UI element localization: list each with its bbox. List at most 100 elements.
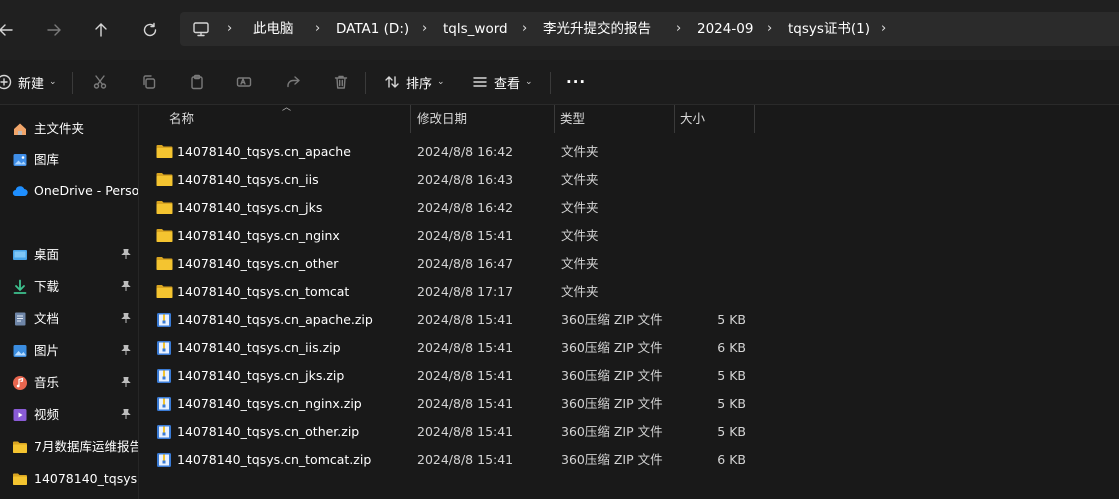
chevron-down-icon: ⌄ bbox=[525, 77, 533, 87]
file-row[interactable]: 14078140_tqsys.cn_tomcat 2024/8/8 17:17 … bbox=[140, 278, 1119, 306]
breadcrumb-this-pc[interactable]: 此电脑 bbox=[253, 12, 294, 46]
file-size: 6 KB bbox=[717, 452, 746, 467]
file-date: 2024/8/8 15:41 bbox=[417, 452, 514, 467]
sidebar-item-gallery[interactable]: 图库 bbox=[0, 146, 138, 174]
sort-button[interactable]: 排序 ⌄ bbox=[384, 68, 445, 96]
back-button[interactable] bbox=[0, 18, 18, 42]
navigation-pane: 主文件夹 图库 OneDrive - Perso 桌面 下载 文档 图片 音乐 … bbox=[0, 105, 138, 499]
new-button-label: 新建 bbox=[18, 76, 45, 92]
folder-icon bbox=[156, 200, 173, 215]
sidebar-item-downloads[interactable]: 下载 bbox=[0, 273, 138, 301]
pane-splitter[interactable] bbox=[138, 105, 139, 499]
desktop-icon bbox=[12, 247, 28, 263]
file-row[interactable]: 14078140_tqsys.cn_jks.zip 2024/8/8 15:41… bbox=[140, 362, 1119, 390]
column-header-date[interactable]: 修改日期 bbox=[417, 105, 467, 133]
sort-button-label: 排序 bbox=[406, 76, 433, 92]
file-size: 5 KB bbox=[717, 368, 746, 383]
sidebar-item-pictures[interactable]: 图片 bbox=[0, 337, 138, 365]
file-row[interactable]: 14078140_tqsys.cn_apache.zip 2024/8/8 15… bbox=[140, 306, 1119, 334]
pin-icon bbox=[120, 280, 132, 292]
breadcrumb-separator: › bbox=[315, 21, 321, 36]
file-size bbox=[680, 278, 746, 306]
forward-button[interactable] bbox=[42, 18, 66, 42]
file-name: 14078140_tqsys.cn_apache.zip bbox=[177, 312, 373, 327]
file-row[interactable]: 14078140_tqsys.cn_iis.zip 2024/8/8 15:41… bbox=[140, 334, 1119, 362]
column-header-row: 名称 修改日期 类型 大小 bbox=[140, 105, 1119, 133]
file-row[interactable]: 14078140_tqsys.cn_tomcat.zip 2024/8/8 15… bbox=[140, 446, 1119, 474]
sidebar-item-home[interactable]: 主文件夹 bbox=[0, 115, 138, 143]
up-button[interactable] bbox=[89, 18, 113, 42]
column-resize-handle[interactable] bbox=[754, 105, 755, 133]
column-header-size[interactable]: 大小 bbox=[680, 105, 705, 133]
file-size bbox=[680, 194, 746, 222]
sidebar-item-label: 下载 bbox=[34, 279, 60, 294]
plus-circle-icon bbox=[0, 74, 12, 90]
zip-archive-icon bbox=[156, 368, 172, 384]
zip-archive-icon bbox=[156, 424, 172, 440]
zip-archive-icon bbox=[156, 312, 172, 328]
video-icon bbox=[12, 407, 28, 423]
column-resize-handle[interactable] bbox=[674, 105, 675, 133]
paste-button[interactable] bbox=[189, 68, 205, 96]
folder-icon bbox=[12, 471, 28, 487]
rename-button[interactable] bbox=[236, 68, 252, 96]
breadcrumb-2024-09[interactable]: 2024-09 bbox=[697, 12, 753, 46]
sidebar-item-onedrive[interactable]: OneDrive - Perso bbox=[0, 177, 138, 205]
sidebar-item-documents[interactable]: 文档 bbox=[0, 305, 138, 333]
column-resize-handle[interactable] bbox=[410, 105, 411, 133]
document-icon bbox=[12, 311, 28, 327]
column-resize-handle[interactable] bbox=[554, 105, 555, 133]
file-row[interactable]: 14078140_tqsys.cn_apache 2024/8/8 16:42 … bbox=[140, 138, 1119, 166]
breadcrumb-reports[interactable]: 李光升提交的报告 bbox=[543, 12, 651, 46]
file-row[interactable]: 14078140_tqsys.cn_other.zip 2024/8/8 15:… bbox=[140, 418, 1119, 446]
file-type: 文件夹 bbox=[561, 144, 599, 159]
cut-button[interactable] bbox=[92, 68, 108, 96]
file-size: 5 KB bbox=[717, 396, 746, 411]
file-date: 2024/8/8 16:47 bbox=[417, 256, 514, 271]
pin-icon bbox=[120, 344, 132, 356]
file-type: 文件夹 bbox=[561, 228, 599, 243]
file-name: 14078140_tqsys.cn_tomcat bbox=[177, 284, 350, 299]
more-options-button[interactable]: ··· bbox=[566, 68, 586, 96]
pin-icon bbox=[120, 248, 132, 260]
copy-button[interactable] bbox=[141, 68, 157, 96]
file-type: 360压缩 ZIP 文件 bbox=[561, 452, 663, 467]
file-row[interactable]: 14078140_tqsys.cn_other 2024/8/8 16:47 文… bbox=[140, 250, 1119, 278]
file-row[interactable]: 14078140_tqsys.cn_iis 2024/8/8 16:43 文件夹 bbox=[140, 166, 1119, 194]
sidebar-item-label: 主文件夹 bbox=[34, 121, 85, 136]
pin-icon bbox=[120, 408, 132, 420]
arrow-right-icon bbox=[45, 21, 63, 39]
sidebar-item-music[interactable]: 音乐 bbox=[0, 369, 138, 397]
file-row[interactable]: 14078140_tqsys.cn_jks 2024/8/8 16:42 文件夹 bbox=[140, 194, 1119, 222]
file-row[interactable]: 14078140_tqsys.cn_nginx 2024/8/8 15:41 文… bbox=[140, 222, 1119, 250]
command-bar: 新建 ⌄ 排序 ⌄ 查看 ⌄ ··· bbox=[0, 60, 1119, 105]
breadcrumb-separator: › bbox=[767, 21, 773, 36]
view-button[interactable]: 查看 ⌄ bbox=[472, 68, 533, 96]
new-button[interactable]: 新建 ⌄ bbox=[0, 68, 57, 96]
address-bar[interactable]: › 此电脑 › DATA1 (D:) › tqls_word › 李光升提交的报… bbox=[180, 12, 1119, 46]
column-header-name[interactable]: 名称 bbox=[169, 105, 194, 133]
breadcrumb-drive[interactable]: DATA1 (D:) bbox=[336, 12, 409, 46]
sidebar-item-cert-folder[interactable]: 14078140_tqsys.c bbox=[0, 465, 138, 493]
file-row[interactable]: 14078140_tqsys.cn_nginx.zip 2024/8/8 15:… bbox=[140, 390, 1119, 418]
file-name: 14078140_tqsys.cn_jks.zip bbox=[177, 368, 345, 383]
breadcrumb-current-folder[interactable]: tqsys证书(1) bbox=[788, 12, 870, 46]
refresh-button[interactable] bbox=[138, 18, 162, 42]
share-button[interactable] bbox=[285, 68, 301, 96]
column-header-type[interactable]: 类型 bbox=[560, 105, 585, 133]
pin-icon bbox=[120, 376, 132, 388]
sidebar-item-desktop[interactable]: 桌面 bbox=[0, 241, 138, 269]
refresh-icon bbox=[141, 21, 159, 39]
sidebar-item-videos[interactable]: 视频 bbox=[0, 401, 138, 429]
file-type: 360压缩 ZIP 文件 bbox=[561, 312, 663, 327]
delete-button[interactable] bbox=[333, 68, 349, 96]
chevron-down-icon: ⌄ bbox=[49, 77, 57, 87]
gallery-icon bbox=[12, 152, 28, 168]
clipboard-icon bbox=[189, 74, 205, 90]
sidebar-item-label: 图库 bbox=[34, 152, 60, 167]
sidebar-item-db-report-folder[interactable]: 7月数据库运维报告 bbox=[0, 433, 138, 461]
breadcrumb-tqls-word[interactable]: tqls_word bbox=[443, 12, 508, 46]
file-name: 14078140_tqsys.cn_iis bbox=[177, 172, 319, 187]
file-date: 2024/8/8 16:43 bbox=[417, 172, 514, 187]
zip-archive-icon bbox=[156, 396, 172, 412]
